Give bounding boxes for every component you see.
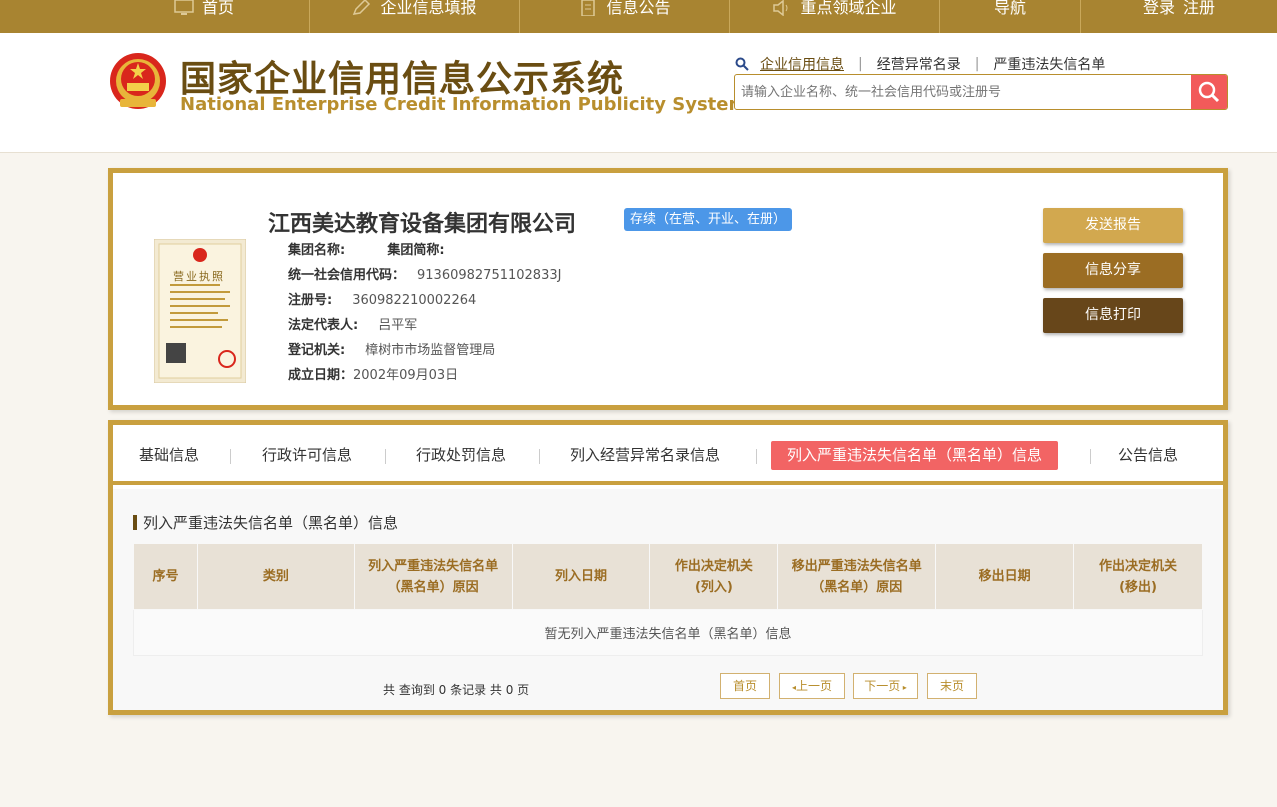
search-tab-credit-info[interactable]: 企业信用信息	[760, 54, 844, 74]
tab-separator	[385, 449, 386, 464]
send-report-button[interactable]: 发送报告	[1043, 208, 1183, 243]
tab-separator	[1090, 449, 1091, 464]
group-short-name-label: 集团简称:	[387, 243, 445, 258]
nav-home-label: 首页	[201, 0, 234, 17]
info-row: 登记机关: 樟树市市场监督管理局	[288, 338, 561, 363]
blacklist-table: 序号 类别 列入严重违法失信名单（黑名单）原因 列入日期 作出决定机关(列入) …	[133, 543, 1203, 656]
info-panel: 基础信息 行政许可信息 行政处罚信息 列入经营异常名录信息 列入严重违法失信名单…	[108, 420, 1228, 715]
top-nav: 首页 企业信息填报 信息公告 重点领域企业 导航 登录 注册	[0, 0, 1277, 33]
tab-announcements[interactable]: 公告信息	[1118, 441, 1178, 470]
login-link[interactable]: 登录	[1143, 0, 1175, 16]
legal-rep-label: 法定代表人:	[288, 318, 359, 333]
col-removal-reason: 移出严重违法失信名单（黑名单）原因	[777, 543, 937, 610]
legal-rep-value: 吕平军	[378, 318, 418, 333]
chevron-right-icon: ▸	[900, 683, 907, 692]
site-title-en: National Enterprise Credit Information P…	[180, 94, 748, 115]
blacklist-section: 列入严重违法失信名单（黑名单）信息 序号 类别 列入严重违法失信名单（黑名单）原…	[113, 489, 1223, 710]
prev-page-label: 上一页	[796, 679, 833, 693]
info-row: 法定代表人: 吕平军	[288, 313, 561, 338]
established-date-value: 2002年09月03日	[353, 368, 459, 383]
national-emblem-icon	[110, 53, 166, 109]
search-box	[734, 74, 1228, 110]
tab-abnormal-list[interactable]: 列入经营异常名录信息	[570, 441, 720, 470]
print-info-button[interactable]: 信息打印	[1043, 298, 1183, 333]
nav-announcements[interactable]: 信息公告	[520, 0, 730, 33]
info-row: 集团名称: 集团简称:	[288, 238, 561, 263]
speaker-icon	[773, 0, 788, 16]
business-license-icon[interactable]	[154, 239, 246, 383]
reg-number-label: 注册号:	[288, 293, 333, 308]
nav-announcements-label: 信息公告	[606, 0, 671, 17]
company-card: 营业执照 江西美达教育设备集团有限公司 存续（在营、开业、在册） 集团名称: 集…	[108, 168, 1228, 410]
site-header: 国家企业信用信息公示系统 National Enterprise Credit …	[0, 33, 1277, 153]
company-name: 江西美达教育设备集团有限公司	[268, 212, 577, 237]
license-label: 营业执照	[173, 270, 225, 283]
col-category: 类别	[196, 543, 355, 610]
first-page-button[interactable]: 首页	[720, 673, 770, 699]
info-row: 注册号: 360982210002264	[288, 288, 561, 313]
search-icon	[735, 57, 749, 71]
reg-number-value: 360982210002264	[352, 293, 477, 308]
nav-key-enterprises-label: 重点领域企业	[800, 0, 897, 17]
next-page-label: 下一页	[864, 679, 901, 693]
document-icon	[581, 0, 596, 16]
col-listing-date: 列入日期	[511, 543, 651, 610]
tab-separator	[756, 449, 757, 464]
search-icon	[1198, 81, 1220, 103]
search-tab-blacklist[interactable]: 严重违法失信名单	[993, 54, 1105, 74]
col-decision-authority-out: 作出决定机关(移出)	[1073, 543, 1203, 610]
col-removal-date: 移出日期	[935, 543, 1075, 610]
register-link[interactable]: 注册	[1183, 0, 1215, 16]
tab-admin-license[interactable]: 行政许可信息	[262, 441, 352, 470]
prev-page-button[interactable]: ◂上一页	[779, 673, 845, 699]
established-date-label: 成立日期：	[288, 368, 354, 383]
nav-enterprise-report[interactable]: 企业信息填报	[310, 0, 520, 33]
nav-key-enterprises[interactable]: 重点领域企业	[730, 0, 940, 33]
search-button[interactable]	[1191, 75, 1227, 109]
section-title-text: 列入严重违法失信名单（黑名单）信息	[143, 514, 399, 532]
group-name-label: 集团名称:	[288, 243, 346, 258]
section-title: 列入严重违法失信名单（黑名单）信息	[133, 512, 398, 533]
status-badge: 存续（在营、开业、在册）	[624, 208, 793, 231]
col-index: 序号	[133, 543, 198, 610]
search-input[interactable]	[735, 75, 1187, 109]
info-row: 统一社会信用代码： 91360982751102833J	[288, 263, 561, 288]
nav-home[interactable]: 首页	[99, 0, 310, 33]
next-page-button[interactable]: 下一页 ▸	[853, 673, 918, 699]
tab-admin-penalty[interactable]: 行政处罚信息	[416, 441, 506, 470]
tab-separator	[539, 449, 540, 464]
search-type-tabs: 企业信用信息 | 经营异常名录 | 严重违法失信名单	[735, 54, 1105, 74]
search-tab-abnormal-list[interactable]: 经营异常名录	[877, 54, 961, 74]
reg-authority-label: 登记机关:	[288, 343, 346, 358]
credit-code-value: 91360982751102833J	[417, 268, 562, 283]
reg-authority-value: 樟树市市场监督管理局	[365, 343, 496, 358]
table-row: 暂无列入严重违法失信名单（黑名单）信息	[133, 609, 1203, 656]
separator: |	[858, 56, 863, 72]
empty-message: 暂无列入严重违法失信名单（黑名单）信息	[133, 609, 1203, 656]
share-info-button[interactable]: 信息分享	[1043, 253, 1183, 288]
separator: |	[974, 56, 980, 72]
info-row: 成立日期：2002年09月03日	[288, 363, 561, 388]
monitor-icon	[174, 0, 194, 15]
nav-navigation-label: 导航	[993, 0, 1026, 17]
credit-code-label: 统一社会信用代码：	[288, 268, 406, 283]
col-decision-authority-in: 作出决定机关(列入)	[649, 543, 779, 610]
pager-info: 共 查询到 0 条记录 共 0 页	[383, 683, 530, 697]
tab-basic-info[interactable]: 基础信息	[139, 441, 199, 470]
company-info: 集团名称: 集团简称: 统一社会信用代码： 91360982751102833J …	[288, 238, 561, 388]
tab-blacklist[interactable]: 列入严重违法失信名单（黑名单）信息	[771, 441, 1059, 470]
tab-separator	[230, 449, 231, 464]
nav-account: 登录 注册	[1081, 0, 1277, 33]
nav-enterprise-report-label: 企业信息填报	[380, 0, 477, 17]
table-header-row: 序号 类别 列入严重违法失信名单（黑名单）原因 列入日期 作出决定机关(列入) …	[133, 543, 1203, 610]
info-tabs: 基础信息 行政许可信息 行政处罚信息 列入经营异常名录信息 列入严重违法失信名单…	[113, 425, 1223, 485]
edit-icon	[353, 0, 371, 15]
last-page-button[interactable]: 末页	[927, 673, 977, 699]
nav-navigation[interactable]: 导航	[940, 0, 1081, 33]
col-listing-reason: 列入严重违法失信名单（黑名单）原因	[353, 543, 513, 610]
